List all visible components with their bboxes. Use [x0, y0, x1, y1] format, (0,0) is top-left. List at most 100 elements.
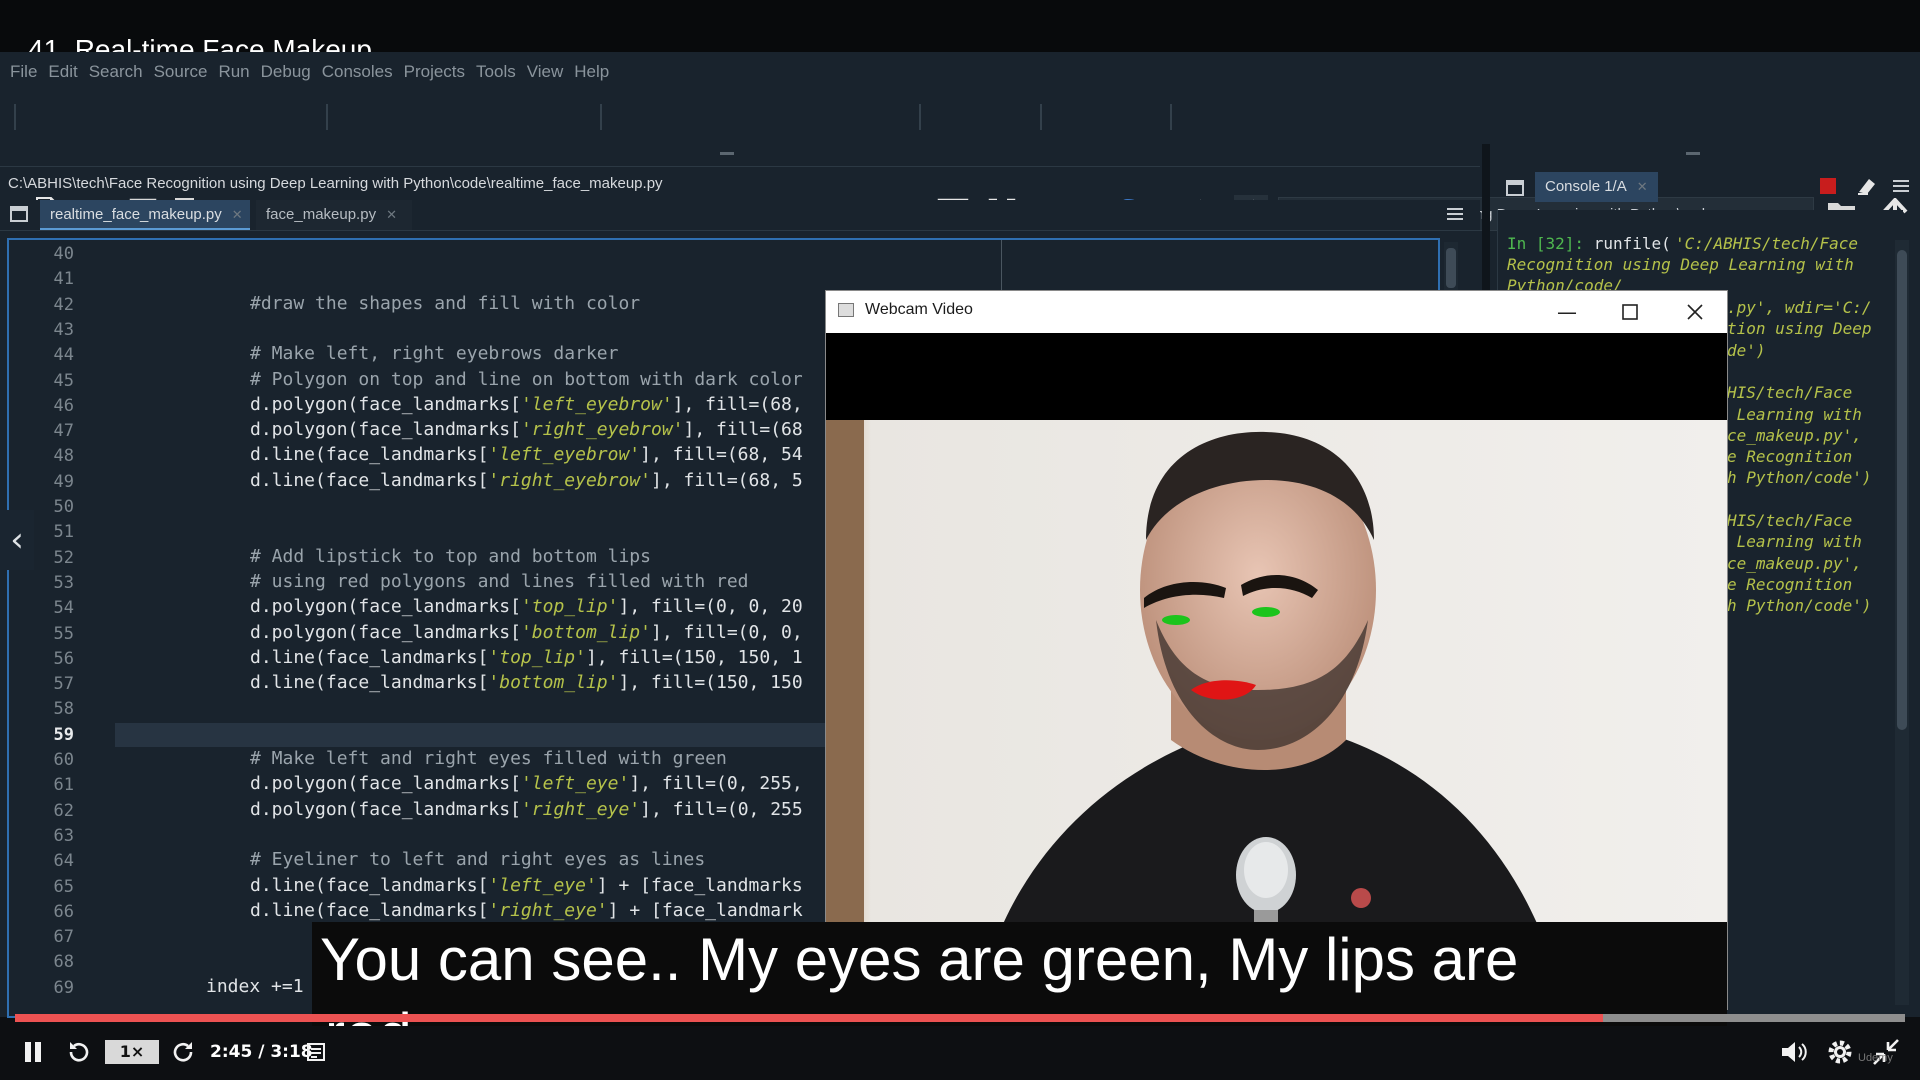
line-number: 63 — [53, 826, 74, 846]
menu-item-projects[interactable]: Projects — [404, 58, 465, 86]
code-line: d.line(face_landmarks['bottom_lip'], fil… — [250, 672, 803, 693]
close-tab-icon[interactable]: ✕ — [232, 207, 243, 222]
string-literal: 'right_eye' — [520, 799, 641, 820]
string-literal: 'right_eyebrow' — [520, 419, 684, 440]
string-literal: 'left_eye' — [520, 773, 630, 794]
line-number: 49 — [53, 472, 74, 492]
code-token: d.line(face_landmarks[ — [250, 470, 489, 491]
code-line: d.line(face_landmarks['left_eyebrow'], f… — [250, 444, 803, 465]
line-number: 40 — [53, 244, 74, 264]
toolbar-separator — [919, 104, 921, 130]
menu-item-tools[interactable]: Tools — [476, 58, 516, 86]
menu-item-view[interactable]: View — [527, 58, 564, 86]
editor-options-menu-icon[interactable] — [1445, 205, 1469, 225]
string-literal: 'right_eye' — [488, 900, 608, 921]
menu-item-file[interactable]: File — [10, 58, 37, 86]
code-token: ] + [face_landmark — [607, 900, 803, 921]
line-number: 62 — [53, 801, 74, 821]
string-literal: 'top_lip' — [520, 596, 619, 617]
console-scroll-thumb[interactable] — [1897, 250, 1907, 730]
console-line: ce_makeup.py', — [1727, 553, 1862, 573]
code-line: d.line(face_landmarks['left_eye'] + [fac… — [250, 875, 803, 896]
time-display: 2:45 / 3:18 — [210, 1042, 313, 1062]
code-token: ], fill=(150, 150, 1 — [585, 647, 803, 668]
volume-icon[interactable] — [1780, 1040, 1808, 1069]
code-token: d.polygon(face_landmarks[ — [250, 419, 521, 440]
current-line-highlight — [115, 723, 825, 747]
rewind-icon[interactable] — [66, 1040, 90, 1069]
console-line: h Python/code') — [1727, 468, 1872, 488]
console-first-line: In [32]: runfile( — [1507, 234, 1671, 253]
close-tab-icon[interactable]: ✕ — [386, 207, 397, 222]
code-line: # Make left and right eyes filled with g… — [250, 748, 727, 769]
console-line: e Recognition — [1727, 574, 1853, 594]
editor-dock-handle[interactable] — [0, 144, 1480, 167]
toolbar-separator — [14, 104, 16, 130]
code-token: ], fill=(0, 0, 20 — [618, 596, 803, 617]
code-token: ], fill=(68, 5 — [650, 470, 803, 491]
playback-speed-button[interactable]: 1× — [105, 1040, 159, 1064]
code-token: ], fill=(68, 54 — [640, 444, 803, 465]
drag-handle-icon[interactable] — [720, 152, 734, 155]
browse-console-tabs-icon[interactable] — [1506, 180, 1524, 196]
menu-bar: File Edit Search Source Run Debug Consoles Proj… — [0, 58, 1920, 86]
console-line: .py', wdir='C:/ — [1727, 298, 1872, 317]
progress-bar-fill — [15, 1014, 1603, 1022]
console-line: Learning with — [1727, 404, 1862, 424]
string-literal: 'top_lip' — [488, 647, 586, 668]
code-token: d.polygon(face_landmarks[ — [250, 596, 521, 617]
code-token: d.line(face_landmarks[ — [250, 444, 489, 465]
console-options-menu-icon[interactable] — [1892, 178, 1912, 196]
console-line: tion using Deep — [1727, 319, 1872, 339]
menu-item-source[interactable]: Source — [154, 58, 208, 86]
menu-item-consoles[interactable]: Consoles — [322, 58, 393, 86]
browse-tabs-icon[interactable] — [10, 206, 28, 222]
tab-label: face_makeup.py — [266, 206, 377, 223]
line-number: 64 — [53, 851, 74, 871]
tab-face-makeup[interactable]: face_makeup.py ✕ — [256, 200, 412, 230]
code-line: d.line(face_landmarks['right_eye'] + [fa… — [250, 900, 803, 921]
minimize-icon[interactable]: — — [1544, 296, 1590, 328]
menu-item-run[interactable]: Run — [218, 58, 249, 86]
menu-item-search[interactable]: Search — [89, 58, 143, 86]
toolbar-separator — [600, 104, 602, 130]
forward-icon[interactable] — [172, 1040, 196, 1069]
code-token: d.line(face_landmarks[ — [250, 672, 489, 693]
code-line: index +=1 — [206, 976, 304, 997]
toolbar: @ S\te — [0, 95, 1920, 231]
maximize-icon[interactable] — [1607, 296, 1653, 328]
tab-realtime-face-makeup[interactable]: realtime_face_makeup.py ✕ — [40, 200, 250, 230]
previous-lecture-chevron-icon[interactable]: ‹ — [0, 510, 34, 570]
line-number: 42 — [53, 295, 74, 315]
console-line: Recognition using Deep Learning with — [1507, 255, 1854, 274]
code-token: d.line(face_landmarks[ — [250, 875, 489, 896]
console-line: h Python/code') — [1727, 596, 1872, 616]
menu-item-edit[interactable]: Edit — [48, 58, 77, 86]
line-number: 41 — [53, 269, 74, 289]
menu-item-debug[interactable]: Debug — [261, 58, 311, 86]
pause-icon[interactable] — [22, 1040, 44, 1069]
string-literal: 'bottom_lip' — [520, 622, 651, 643]
close-icon[interactable] — [1672, 296, 1718, 328]
clear-console-eraser-icon[interactable] — [1856, 176, 1878, 196]
code-line: d.line(face_landmarks['right_eyebrow'], … — [250, 470, 803, 491]
code-token: d.polygon(face_landmarks[ — [250, 622, 521, 643]
interrupt-kernel-stop-icon[interactable] — [1820, 178, 1836, 194]
line-number: 60 — [53, 750, 74, 770]
line-number: 46 — [53, 396, 74, 416]
line-number: 54 — [53, 598, 74, 618]
drag-handle-icon[interactable] — [1686, 152, 1700, 155]
tab-console-1a[interactable]: Console 1/A ✕ — [1535, 172, 1658, 202]
editor-scroll-thumb[interactable] — [1446, 248, 1456, 288]
toolbar-separator — [1040, 104, 1042, 130]
console-prompt: In [32]: — [1507, 234, 1585, 253]
close-tab-icon[interactable]: ✕ — [1637, 179, 1648, 194]
code-line: d.polygon(face_landmarks['right_eye'], f… — [250, 799, 803, 820]
settings-gear-icon[interactable] — [1826, 1038, 1854, 1071]
code-token: ], fill=(0, 255 — [640, 799, 803, 820]
console-line: ce_makeup.py', — [1727, 425, 1862, 445]
string-literal: 'left_eyebrow' — [520, 394, 673, 415]
menu-item-help[interactable]: Help — [574, 58, 609, 86]
console-tab-label: Console 1/A — [1545, 178, 1627, 195]
notes-icon[interactable] — [306, 1042, 326, 1067]
